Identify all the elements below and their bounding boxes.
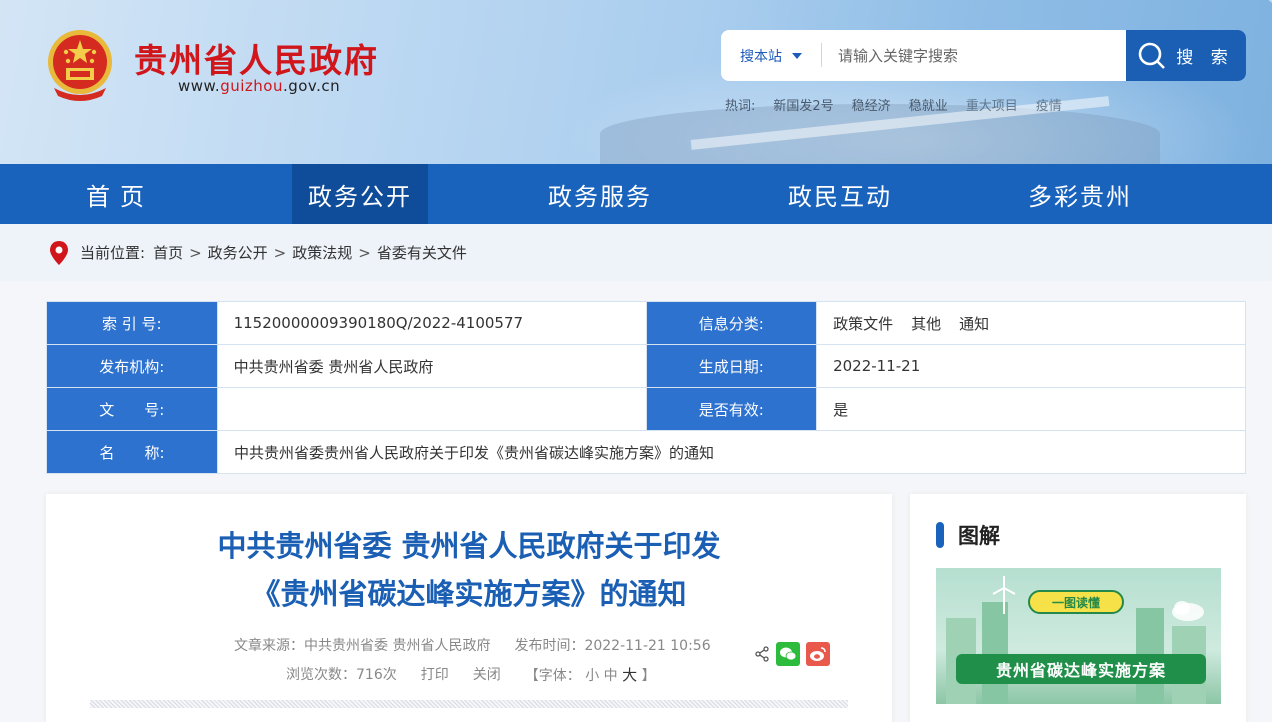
site-url: www.guizhou.gov.cn <box>178 77 341 95</box>
meta-valid-value: 是 <box>817 388 1246 430</box>
infographic-header: 图解 <box>936 520 1000 550</box>
hot-word[interactable]: 新国发2号 <box>773 95 833 114</box>
print-button[interactable]: 打印 <box>421 664 449 685</box>
infographic-title[interactable]: 图解 <box>958 520 1000 550</box>
nav-colorful-guizhou[interactable]: 多彩贵州 <box>960 164 1200 224</box>
article-info: 文章来源：中共贵州省委 贵州省人民政府 发布时间：2022-11-21 10:5… <box>234 635 711 655</box>
meta-publisher-value: 中共贵州省委 贵州省人民政府 <box>218 345 647 387</box>
nav-home[interactable]: 首页 <box>0 164 240 224</box>
search-box: 搜本站 搜 索 <box>721 30 1246 81</box>
article-pub-time: 发布时间：2022-11-21 10:56 <box>514 638 711 654</box>
meta-docno-value <box>218 388 647 430</box>
site-header: 贵州省人民政府 www.guizhou.gov.cn 搜本站 搜 索 热词: 新… <box>0 0 1272 164</box>
meta-docno-label: 文 号: <box>47 388 218 430</box>
meta-name-value: 中共贵州省委贵州省人民政府关于印发《贵州省碳达峰实施方案》的通知 <box>218 431 1246 473</box>
font-small-button[interactable]: 小 <box>585 668 599 684</box>
search-input[interactable] <box>822 30 1126 81</box>
meta-category-value: 政策文件 其他 通知 <box>817 302 1246 344</box>
nav-gov-affairs[interactable]: 政务公开 <box>292 164 428 224</box>
meta-category-label: 信息分类: <box>646 302 818 344</box>
meta-valid-label: 是否有效: <box>646 388 818 430</box>
article-source: 文章来源：中共贵州省委 贵州省人民政府 <box>234 638 491 654</box>
breadcrumb-policy[interactable]: 政策法规 <box>292 242 352 263</box>
search-icon <box>1138 42 1166 69</box>
font-size-control: 【字体： 小 中 大 】 <box>524 666 656 684</box>
search-scope-select[interactable]: 搜本站 <box>721 30 821 81</box>
article-panel: 中共贵州省委 贵州省人民政府关于印发 《贵州省碳达峰实施方案》的通知 文章来源：… <box>46 494 892 722</box>
wechat-icon <box>780 647 797 661</box>
meta-publisher-label: 发布机构: <box>47 345 218 387</box>
chevron-down-icon <box>792 52 802 59</box>
weibo-share-button[interactable] <box>806 642 830 666</box>
meta-index-label: 索 引 号: <box>47 302 218 344</box>
location-pin-icon <box>50 240 68 265</box>
hot-word[interactable]: 稳就业 <box>909 95 948 114</box>
site-name[interactable]: 贵州省人民政府 <box>134 34 379 82</box>
breadcrumb-label: 当前位置: <box>80 244 146 262</box>
breadcrumb-home[interactable]: 首页 <box>153 242 183 263</box>
wechat-share-button[interactable] <box>776 642 800 666</box>
meta-date-label: 生成日期: <box>646 345 818 387</box>
hot-word[interactable]: 稳经济 <box>852 95 891 114</box>
share-icon[interactable] <box>754 646 770 662</box>
nav-interaction[interactable]: 政民互动 <box>720 164 960 224</box>
infographic-panel: 图解 一图读懂 贵州省碳达峰实施方案 <box>910 494 1246 722</box>
breadcrumb-sep: > <box>189 243 202 262</box>
breadcrumb-gov-affairs[interactable]: 政务公开 <box>208 242 268 263</box>
cloud-icon <box>1172 601 1204 621</box>
meta-date-value: 2022-11-21 <box>817 345 1246 387</box>
main-nav: 首页 政务公开 政务服务 政民互动 多彩贵州 <box>0 164 1272 224</box>
document-meta-table: 索 引 号: 11520000009390180Q/2022-4100577 信… <box>46 301 1246 474</box>
hot-label: 热词: <box>725 99 756 114</box>
breadcrumb-sep: > <box>273 243 287 262</box>
infographic-caption: 贵州省碳达峰实施方案 <box>956 654 1206 684</box>
hot-words: 热词: 新国发2号 稳经济 稳就业 重大项目 疫情 <box>725 95 1062 114</box>
infographic-banner: 一图读懂 <box>1028 590 1124 614</box>
section-bar <box>936 522 944 548</box>
article-views: 浏览次数：716次 <box>286 667 397 683</box>
meta-row: 名 称: 中共贵州省委贵州省人民政府关于印发《贵州省碳达峰实施方案》的通知 <box>47 431 1246 474</box>
meta-row: 发布机构: 中共贵州省委 贵州省人民政府 生成日期: 2022-11-21 <box>47 345 1246 388</box>
wind-turbine-icon <box>992 576 1016 614</box>
search-button[interactable]: 搜 索 <box>1126 30 1246 81</box>
font-mid-button[interactable]: 中 <box>604 668 618 684</box>
article-title: 中共贵州省委 贵州省人民政府关于印发 《贵州省碳达峰实施方案》的通知 <box>217 529 721 611</box>
breadcrumb: 当前位置: 首页 > 政务公开 > 政策法规 > 省委有关文件 <box>0 224 1272 281</box>
hot-word[interactable]: 疫情 <box>1036 95 1062 114</box>
meta-index-value: 11520000009390180Q/2022-4100577 <box>218 302 647 344</box>
article-divider <box>90 700 848 708</box>
article-tools: 浏览次数：716次 打印 关闭 【字体： 小 中 大 】 <box>286 664 656 685</box>
share-bar <box>754 642 830 666</box>
hot-word[interactable]: 重大项目 <box>966 95 1018 114</box>
font-big-button[interactable]: 大 <box>622 666 637 684</box>
weibo-icon <box>810 647 826 661</box>
national-emblem-icon <box>48 30 112 101</box>
nav-gov-services[interactable]: 政务服务 <box>480 164 720 224</box>
meta-row: 文 号: 是否有效: 是 <box>47 388 1246 431</box>
meta-name-label: 名 称: <box>47 431 218 473</box>
breadcrumb-sep: > <box>358 243 371 262</box>
breadcrumb-provincial-docs[interactable]: 省委有关文件 <box>377 242 467 263</box>
meta-row: 索 引 号: 11520000009390180Q/2022-4100577 信… <box>47 302 1246 345</box>
infographic-thumbnail[interactable]: 一图读懂 贵州省碳达峰实施方案 <box>936 568 1221 704</box>
close-button[interactable]: 关闭 <box>473 664 501 685</box>
